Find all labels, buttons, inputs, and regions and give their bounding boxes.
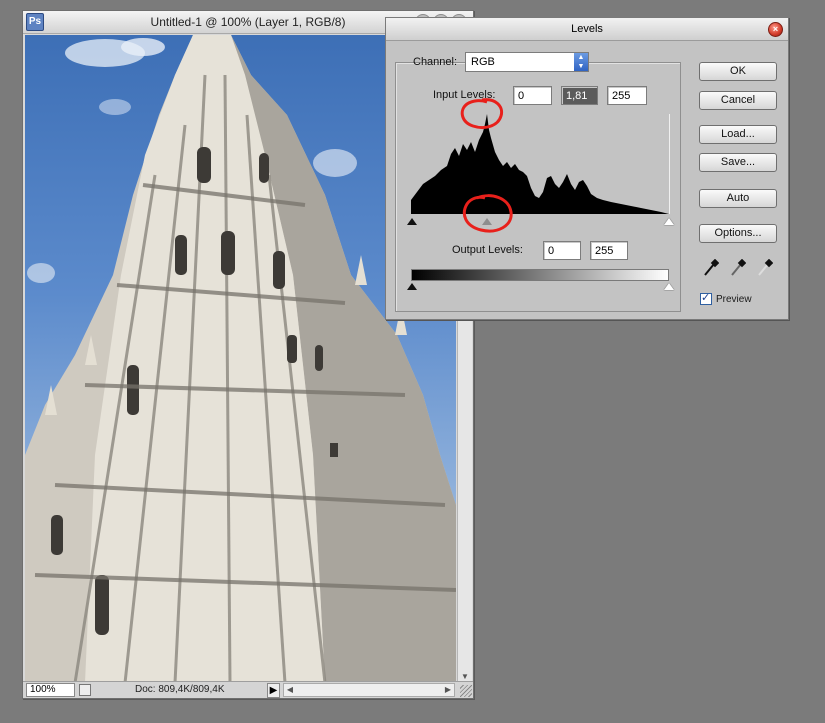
resize-grip-icon[interactable]	[460, 685, 472, 697]
input-black-field[interactable]: 0	[513, 86, 552, 105]
output-slider[interactable]	[407, 282, 674, 292]
chevron-updown-icon: ▲ ▼	[574, 53, 588, 71]
output-levels-label: Output Levels:	[452, 244, 523, 256]
document-size-readout: Doc: 809,4K/809,4K	[135, 684, 225, 695]
zoom-field[interactable]: 100%	[26, 683, 75, 697]
input-slider[interactable]	[407, 214, 674, 226]
horizontal-scrollbar[interactable]: ◀ ▶	[283, 683, 455, 697]
gray-eyedropper-icon[interactable]	[730, 259, 746, 277]
save-button[interactable]: Save...	[699, 153, 777, 172]
scroll-left-icon[interactable]: ◀	[284, 684, 296, 696]
input-white-field[interactable]: 255	[607, 86, 647, 105]
input-black-point-handle[interactable]	[407, 218, 417, 225]
histogram	[411, 114, 670, 214]
output-black-handle[interactable]	[407, 283, 417, 290]
levels-title: Levels	[571, 23, 603, 35]
input-gamma-field[interactable]: 1,81	[561, 86, 598, 105]
output-white-handle[interactable]	[664, 283, 674, 290]
black-eyedropper-icon[interactable]	[703, 259, 719, 277]
levels-titlebar[interactable]: Levels ×	[386, 18, 788, 41]
white-eyedropper-icon[interactable]	[757, 259, 773, 277]
scroll-right-icon[interactable]: ▶	[442, 684, 454, 696]
load-button[interactable]: Load...	[699, 125, 777, 144]
output-white-field[interactable]: 255	[590, 241, 628, 260]
ok-button[interactable]: OK	[699, 62, 777, 81]
document-statusbar: 100% Doc: 809,4K/809,4K ▶ ◀ ▶	[23, 681, 473, 698]
auto-button[interactable]: Auto	[699, 189, 777, 208]
output-gradient-bar	[411, 269, 669, 281]
output-black-field[interactable]: 0	[543, 241, 581, 260]
checkmark-icon: ✓	[701, 292, 711, 304]
channel-select[interactable]: RGB ▲ ▼	[465, 52, 589, 72]
preview-checkbox[interactable]: ✓	[700, 292, 712, 305]
input-levels-label: Input Levels:	[433, 89, 496, 101]
levels-dialog: Levels × Channel: RGB ▲ ▼ Input Levels: 0…	[385, 17, 789, 320]
options-button[interactable]: Options...	[699, 224, 777, 243]
input-gamma-handle[interactable]	[482, 218, 492, 225]
close-dialog-icon[interactable]: ×	[768, 22, 783, 37]
channel-label: Channel:	[413, 56, 458, 68]
preview-label: Preview	[716, 294, 752, 305]
channel-value: RGB	[471, 56, 495, 68]
input-white-point-handle[interactable]	[664, 218, 674, 225]
cancel-button[interactable]: Cancel	[699, 91, 777, 110]
status-menu-arrow-icon[interactable]: ▶	[267, 683, 280, 698]
status-info-icon[interactable]	[79, 684, 91, 696]
